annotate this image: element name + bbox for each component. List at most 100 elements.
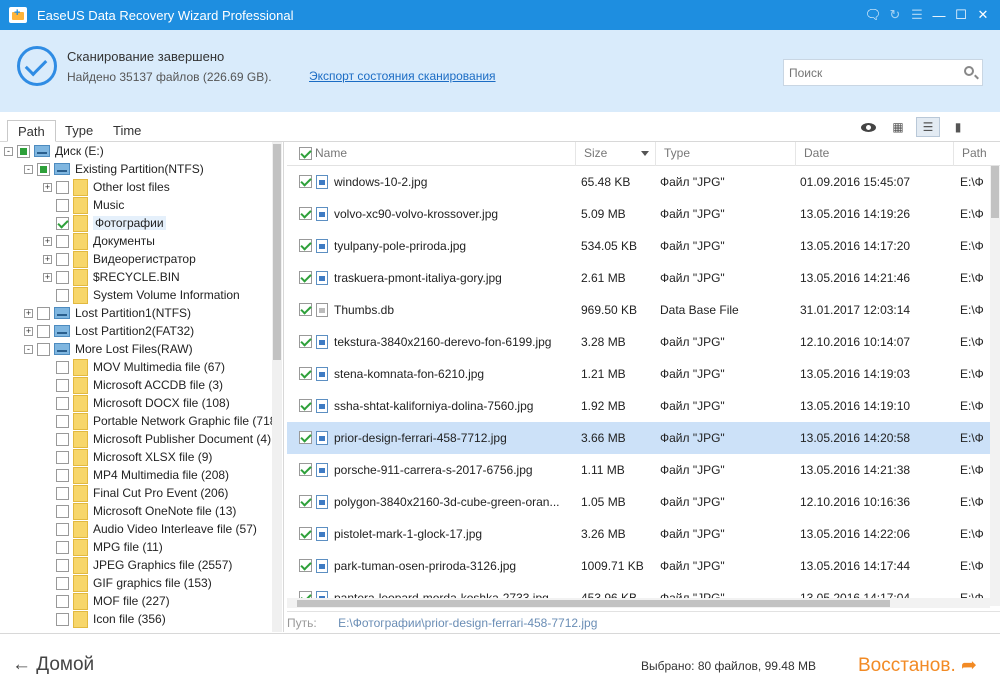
tree-item[interactable]: System Volume Information	[43, 286, 240, 304]
tree-checkbox[interactable]	[56, 540, 69, 554]
expand-icon[interactable]: +	[43, 254, 52, 264]
tree-item[interactable]: Microsoft ACCDB file (3)	[43, 376, 223, 394]
file-row[interactable]: pistolet-mark-1-glock-17.jpg 3.26 MB Файл …	[287, 518, 990, 550]
tree-checkbox[interactable]	[56, 396, 69, 410]
expand-icon[interactable]: +	[43, 236, 52, 246]
tab-type[interactable]: Type	[55, 120, 103, 142]
tree-item[interactable]: JPEG Graphics file (2557)	[43, 556, 232, 574]
file-checkbox[interactable]	[299, 239, 312, 252]
tree-checkbox[interactable]	[56, 504, 69, 518]
file-checkbox[interactable]	[299, 399, 312, 412]
tree-checkbox[interactable]	[37, 306, 50, 320]
tree-checkbox[interactable]	[56, 270, 69, 284]
tree-checkbox[interactable]	[56, 594, 69, 608]
file-checkbox[interactable]	[299, 495, 312, 508]
search-icon[interactable]	[964, 66, 974, 76]
tree-item[interactable]: + Lost Partition2(FAT32)	[24, 322, 194, 340]
file-checkbox[interactable]	[299, 367, 312, 380]
expand-icon[interactable]: +	[24, 326, 33, 336]
file-row[interactable]: polygon-3840x2160-3d-cube-green-oran... 1…	[287, 486, 990, 518]
tree-checkbox[interactable]	[56, 180, 69, 194]
tree-checkbox[interactable]	[56, 252, 69, 266]
tab-time[interactable]: Time	[103, 120, 151, 142]
file-checkbox[interactable]	[299, 175, 312, 188]
tree-item[interactable]: + Other lost files	[43, 178, 170, 196]
column-type[interactable]: Type	[655, 142, 795, 166]
collapse-icon[interactable]: -	[4, 146, 13, 156]
tree-checkbox[interactable]	[56, 612, 69, 626]
tree-checkbox[interactable]	[37, 342, 50, 356]
list-view-icon[interactable]: ☰	[916, 117, 940, 137]
export-scan-link[interactable]: Экспорт состояния сканирования	[309, 69, 496, 83]
close-icon[interactable]: ✕	[972, 0, 994, 30]
file-row[interactable]: volvo-xc90-volvo-krossover.jpg 5.09 MB Фай…	[287, 198, 990, 230]
file-row[interactable]: tekstura-3840x2160-derevo-fon-6199.jpg 3.…	[287, 326, 990, 358]
tree-checkbox[interactable]	[56, 288, 69, 302]
file-list-vscroll[interactable]	[990, 166, 1000, 606]
restore-icon[interactable]: ↻	[884, 0, 906, 30]
menu-icon[interactable]: ☰	[906, 0, 928, 30]
file-checkbox[interactable]	[299, 431, 312, 444]
grid-view-icon[interactable]: ▦	[886, 117, 910, 137]
tree-item[interactable]: - Диск (E:)	[4, 142, 104, 160]
tree-item[interactable]: MPG file (11)	[43, 538, 163, 556]
search-input[interactable]	[789, 60, 954, 85]
tab-path[interactable]: Path	[7, 120, 56, 142]
tree-item[interactable]: Microsoft OneNote file (13)	[43, 502, 236, 520]
file-row[interactable]: ssha-shtat-kaliforniya-dolina-7560.jpg 1.…	[287, 390, 990, 422]
file-checkbox[interactable]	[299, 527, 312, 540]
tree-checkbox[interactable]	[56, 378, 69, 392]
tree-item[interactable]: Microsoft Publisher Document (4)	[43, 430, 271, 448]
tree-scrollbar-thumb[interactable]	[273, 144, 281, 360]
tree-item[interactable]: Music	[43, 196, 124, 214]
tree-checkbox[interactable]	[56, 234, 69, 248]
tree-item[interactable]: + Lost Partition1(NTFS)	[24, 304, 191, 322]
search-box[interactable]	[783, 59, 983, 86]
file-row[interactable]: stena-komnata-fon-6210.jpg 1.21 MB Файл "J…	[287, 358, 990, 390]
tree-item[interactable]: Microsoft XLSX file (9)	[43, 448, 212, 466]
file-checkbox[interactable]	[299, 335, 312, 348]
column-name[interactable]: Name	[287, 142, 575, 166]
tree-item[interactable]: - Existing Partition(NTFS)	[24, 160, 204, 178]
tree-checkbox[interactable]	[37, 162, 50, 176]
detail-view-icon[interactable]: ▮	[946, 117, 970, 137]
tree-item[interactable]: Audio Video Interleave file (57)	[43, 520, 257, 538]
tree-item[interactable]: MP4 Multimedia file (208)	[43, 466, 229, 484]
file-row[interactable]: traskuera-pmont-italiya-gory.jpg 2.61 MB Ф…	[287, 262, 990, 294]
tree-item[interactable]: + Документы	[43, 232, 155, 250]
tree-checkbox[interactable]	[56, 576, 69, 590]
column-path[interactable]: Path	[953, 142, 1000, 166]
file-row[interactable]: tyulpany-pole-priroda.jpg 534.05 KB Файл "…	[287, 230, 990, 262]
file-row[interactable]: park-tuman-osen-priroda-3126.jpg 1009.71 …	[287, 550, 990, 582]
tree-checkbox[interactable]	[56, 198, 69, 212]
tree-checkbox[interactable]	[56, 360, 69, 374]
tree-checkbox[interactable]	[56, 216, 69, 230]
tree-item[interactable]: MOV Multimedia file (67)	[43, 358, 225, 376]
expand-icon[interactable]: +	[24, 308, 33, 318]
preview-eye-icon[interactable]	[856, 117, 880, 137]
file-checkbox[interactable]	[299, 463, 312, 476]
minimize-icon[interactable]: —	[928, 0, 950, 30]
tree-item[interactable]: Final Cut Pro Event (206)	[43, 484, 228, 502]
tree-checkbox[interactable]	[56, 558, 69, 572]
tree-checkbox[interactable]	[56, 486, 69, 500]
tree-item[interactable]: + $RECYCLE.BIN	[43, 268, 180, 286]
maximize-icon[interactable]: ☐	[950, 0, 972, 30]
tree-checkbox[interactable]	[17, 144, 30, 158]
tree-item[interactable]: Фотографии	[43, 214, 166, 232]
tree-item[interactable]: Microsoft DOCX file (108)	[43, 394, 230, 412]
file-checkbox[interactable]	[299, 559, 312, 572]
collapse-icon[interactable]: -	[24, 164, 33, 174]
tree-checkbox[interactable]	[37, 324, 50, 338]
file-row[interactable]: windows-10-2.jpg 65.48 KB Файл "JPG" 01.09.…	[287, 166, 990, 198]
chat-icon[interactable]: 🗨	[862, 0, 884, 30]
home-button[interactable]: ← Домой	[12, 654, 94, 676]
tree-checkbox[interactable]	[56, 414, 69, 428]
tree-item[interactable]: - More Lost Files(RAW)	[24, 340, 193, 358]
file-checkbox[interactable]	[299, 303, 312, 316]
expand-icon[interactable]: +	[43, 182, 52, 192]
tree-item[interactable]: Portable Network Graphic file (718	[43, 412, 276, 430]
column-date[interactable]: Date	[795, 142, 955, 166]
tree-item[interactable]: MOF file (227)	[43, 592, 170, 610]
tree-checkbox[interactable]	[56, 522, 69, 536]
